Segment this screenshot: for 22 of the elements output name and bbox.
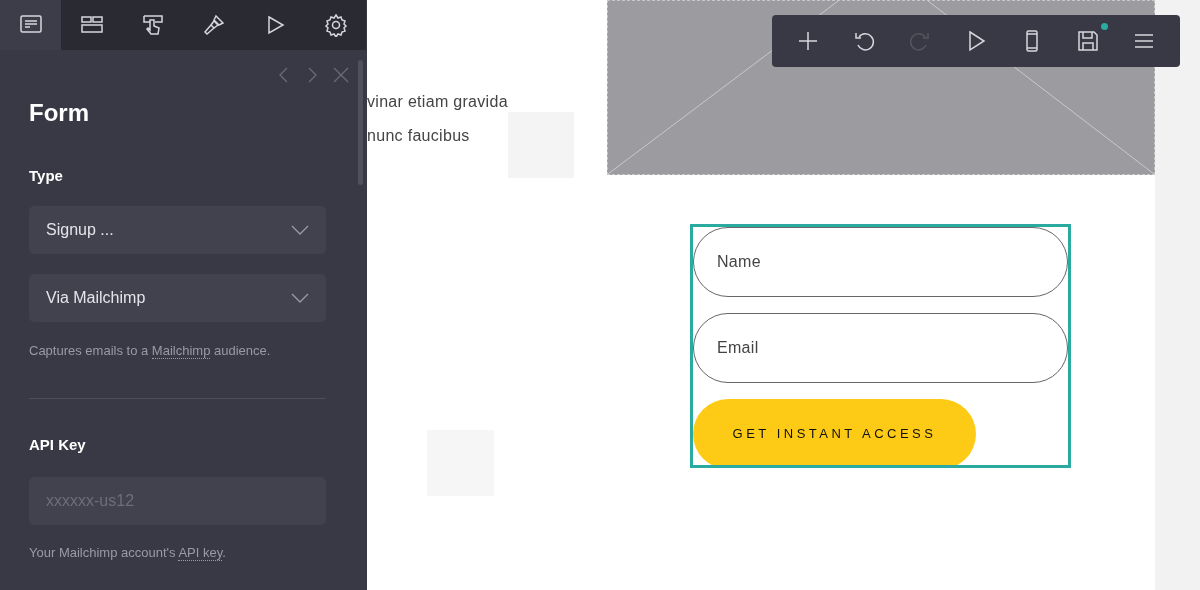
settings-icon: [322, 13, 349, 37]
chevron-down-icon: [291, 224, 309, 235]
section-label: API Key: [29, 435, 87, 455]
save-icon: [1076, 29, 1100, 53]
signup-form[interactable]: Name Email GET INSTANT ACCESS: [690, 224, 1071, 468]
select-dropdown[interactable]: Via Mailchimp: [29, 273, 326, 322]
panel-tab[interactable]: [305, 0, 366, 50]
form-field[interactable]: Email: [693, 313, 1068, 383]
submit-button[interactable]: GET INSTANT ACCESS: [693, 399, 976, 465]
panel-title: Form: [29, 98, 90, 128]
help-link[interactable]: Mailchimp: [151, 342, 211, 359]
body-text: vinar etiam gravida: [367, 92, 509, 112]
form-field[interactable]: Name: [693, 227, 1068, 297]
body-text: nunc faucibus: [367, 126, 471, 146]
section-label: Type: [29, 166, 64, 186]
select-dropdown[interactable]: Signup ...: [29, 205, 326, 254]
help-text: Captures emails to a Mailchimp audience.: [29, 341, 272, 360]
plus-icon: [796, 29, 820, 53]
panel-tab[interactable]: [61, 0, 122, 50]
panel-tab[interactable]: [0, 0, 61, 50]
chevron-down-icon: [291, 292, 309, 303]
help-text: Your Mailchimp account's API key.: [29, 543, 227, 562]
